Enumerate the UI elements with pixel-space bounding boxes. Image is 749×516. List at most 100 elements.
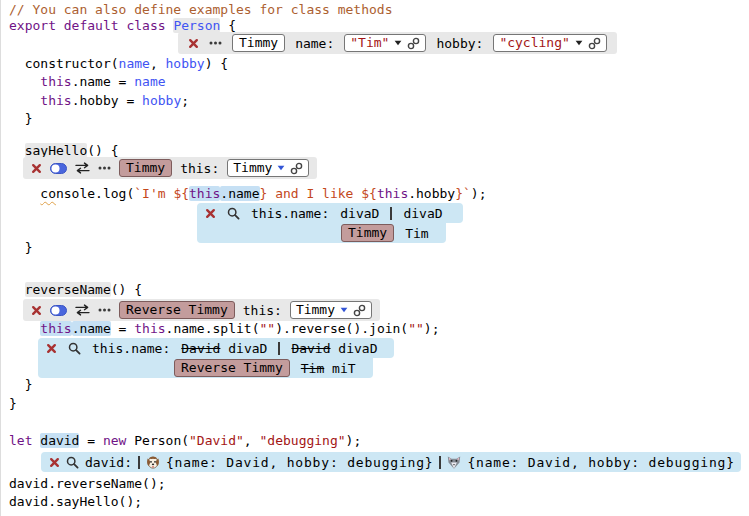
code-token	[9, 93, 40, 108]
sayhello-probe-value: this.name:divaDdivaD	[197, 203, 463, 223]
sayhello-probe-story: Timmy Tim	[197, 223, 446, 243]
story-name-chip[interactable]: Timmy	[119, 159, 172, 177]
code-token: .name =	[72, 74, 135, 89]
toggle-on-icon[interactable]	[50, 163, 67, 174]
code-token: ,	[150, 56, 166, 71]
code-line-reversename-declaration: reverseName() {	[9, 280, 142, 299]
code-token: reverseName	[25, 282, 111, 297]
toggle-on-icon[interactable]	[50, 305, 67, 316]
code-token	[9, 74, 40, 89]
reversename-probe-story: Reverse Timmy Tim miT	[38, 358, 373, 378]
class-example-widget: Timmy name: "Tim" hobby: "cycling"	[178, 32, 617, 54]
code-line-assign-name-line: this.name = name	[9, 72, 166, 91]
more-options-icon[interactable]	[209, 41, 222, 45]
code-line-call-reversename-line: david.reverseName();	[9, 474, 166, 493]
code-line-constructor-close-line: }	[9, 109, 32, 128]
probe-value-token: divaD	[340, 206, 379, 221]
chevron-down-icon	[277, 165, 285, 171]
story-name-chip[interactable]: Reverse Timmy	[119, 301, 235, 319]
inspect-icon[interactable]	[66, 456, 79, 469]
close-icon[interactable]	[188, 38, 199, 49]
code-line-class-close-line: }	[9, 394, 17, 413]
probe-value-token: divaD	[331, 341, 378, 356]
code-token: "David"	[189, 433, 244, 448]
close-icon[interactable]	[31, 163, 42, 174]
code-token: nsole.log(	[56, 186, 134, 201]
this-value-dropdown[interactable]: Timmy	[290, 301, 372, 319]
code-token: {	[220, 18, 236, 33]
code-token: }	[9, 377, 32, 392]
code-token: Person(	[134, 433, 189, 448]
code-line-console-log-line: console.log(`I'm ${this.name} and I like…	[9, 184, 487, 203]
dog-icon	[146, 455, 160, 470]
code-line-reverse-assign-line: this.name = this.name.split("").reverse(…	[9, 319, 440, 338]
code-token: ) {	[205, 56, 228, 71]
code-token: .hobby	[408, 186, 455, 201]
story-name-chip[interactable]: Timmy	[341, 224, 394, 242]
code-line-new-person-line: let david = new Person("David", "debuggi…	[9, 431, 361, 450]
code-editor: // You can also define examples for clas…	[0, 0, 749, 516]
this-value-dropdown[interactable]: Timmy	[227, 159, 309, 177]
code-token: "debugging"	[260, 433, 346, 448]
link-icon	[407, 37, 420, 50]
value-separator	[390, 207, 392, 220]
code-token: () {	[111, 282, 142, 297]
this-label: this:	[180, 161, 219, 176]
link-icon	[290, 162, 303, 175]
object-value: {name: David, hobby: debugging}	[166, 455, 433, 470]
code-line-call-sayhello-line: david.sayHello();	[9, 492, 142, 511]
value-separator	[439, 456, 441, 469]
inspect-icon[interactable]	[68, 342, 81, 355]
chevron-down-icon	[340, 307, 348, 313]
close-icon[interactable]	[31, 305, 42, 316]
example-name-chip[interactable]: Timmy	[232, 34, 285, 52]
code-token: this	[189, 186, 220, 201]
value-separator	[278, 342, 280, 355]
swap-icon[interactable]	[75, 162, 90, 174]
story-name-chip[interactable]: Reverse Timmy	[174, 359, 290, 377]
code-token: constructor(	[9, 56, 119, 71]
chevron-down-icon	[575, 40, 583, 46]
code-token: hobby	[166, 56, 205, 71]
wolf-icon	[447, 456, 461, 469]
this-label: this:	[243, 303, 282, 318]
code-token: let	[9, 433, 40, 448]
code-token: .hobby =	[72, 93, 142, 108]
inspect-icon[interactable]	[227, 207, 240, 220]
probe-value-token: divaD	[403, 206, 442, 221]
arg-label: hobby:	[436, 36, 483, 51]
code-token: );	[424, 321, 440, 336]
code-token: }	[9, 396, 17, 411]
code-token: // You can also define examples for clas…	[9, 2, 393, 17]
probe-value-token: David	[181, 341, 220, 356]
code-token: name	[119, 56, 150, 71]
code-token	[9, 186, 40, 201]
close-icon[interactable]	[49, 457, 60, 468]
probe-value: Tim	[405, 226, 428, 241]
probe-value-token: Tim	[301, 361, 324, 376]
value-separator	[138, 456, 140, 469]
arg-value-dropdown[interactable]: "cycling"	[493, 34, 606, 52]
arg-label: name:	[295, 36, 334, 51]
close-icon[interactable]	[205, 208, 216, 219]
code-token: .name	[72, 321, 111, 336]
swap-icon[interactable]	[75, 304, 90, 316]
more-options-icon[interactable]	[98, 166, 111, 170]
arg-value-dropdown[interactable]: "Tim"	[344, 34, 426, 52]
code-token: }	[9, 111, 32, 126]
probe-value-token: divaD	[220, 341, 267, 356]
code-token: sayHello	[25, 143, 88, 158]
probe-value: Tim miT	[301, 361, 356, 376]
code-token	[9, 321, 40, 336]
code-token: name	[134, 74, 165, 89]
this-value: Timmy	[296, 302, 335, 318]
code-token: this	[40, 321, 71, 336]
code-token: =	[79, 433, 102, 448]
code-line-assign-hobby-line: this.hobby = hobby;	[9, 91, 189, 110]
probe-value-token: David	[291, 341, 330, 356]
code-token: this	[40, 93, 71, 108]
more-options-icon[interactable]	[98, 308, 111, 312]
reversename-probe-value: this.name:David divaDDavid divaD	[38, 338, 394, 358]
close-icon[interactable]	[46, 343, 57, 354]
code-token: );	[471, 186, 487, 201]
